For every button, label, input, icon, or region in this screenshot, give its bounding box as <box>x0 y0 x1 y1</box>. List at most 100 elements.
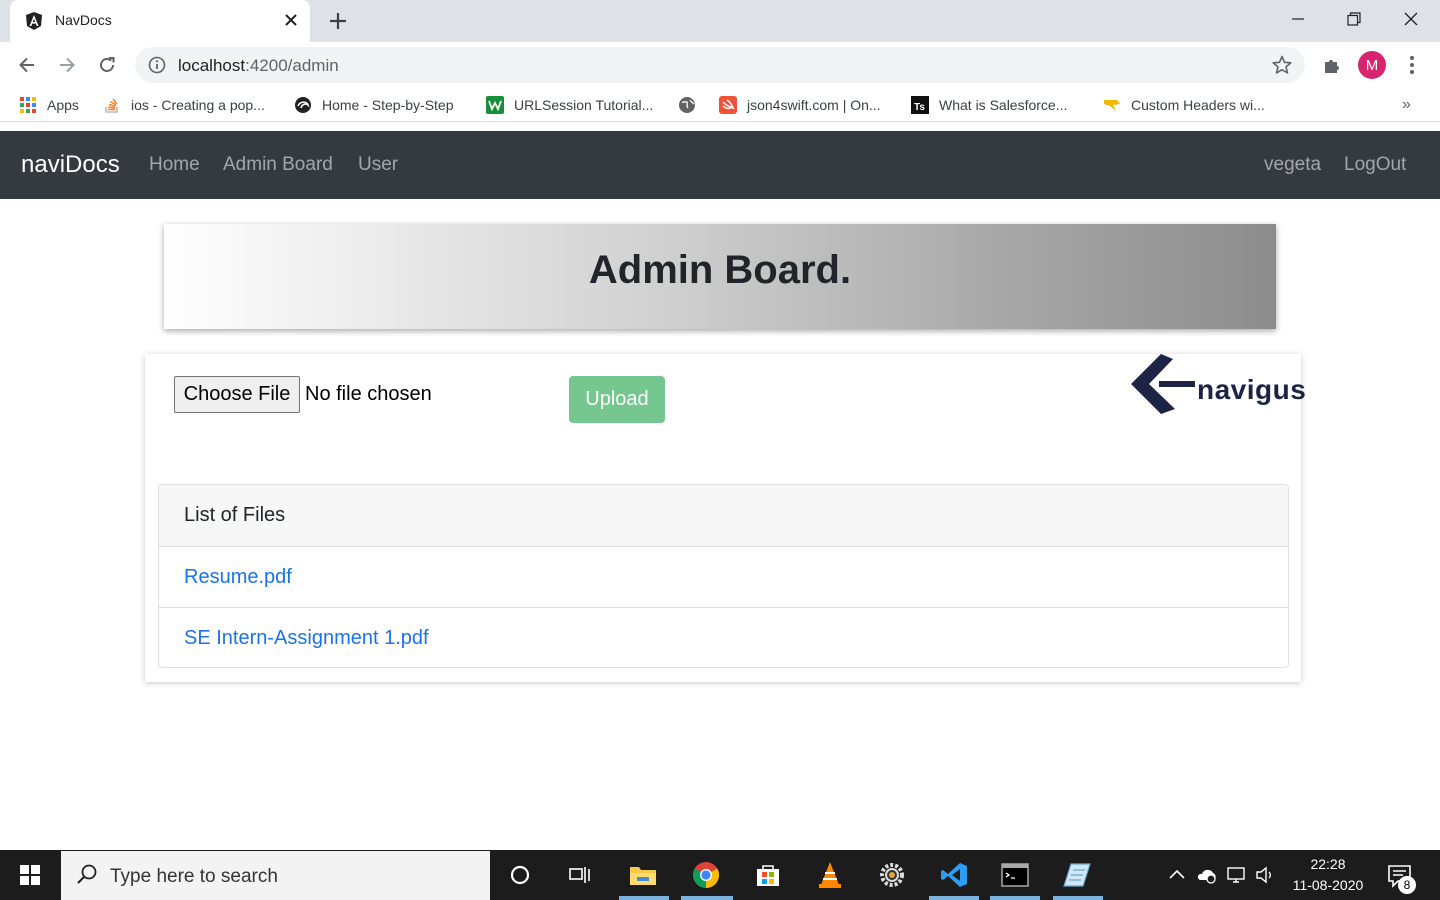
vscode-icon <box>941 863 967 887</box>
bookmark-urlsession[interactable]: URLSession Tutorial... <box>486 94 653 116</box>
bookmark-json4swift[interactable]: json4swift.com | On... <box>719 94 881 116</box>
file-status-text: No file chosen <box>305 383 432 405</box>
reload-icon <box>100 57 115 72</box>
task-view-button[interactable] <box>564 859 596 891</box>
forward-button[interactable] <box>54 52 80 78</box>
nav-logout[interactable]: LogOut <box>1344 154 1406 176</box>
taskbar-store[interactable] <box>752 859 784 891</box>
close-window-button[interactable] <box>1383 0 1439 38</box>
rw-icon <box>486 96 504 114</box>
profile-avatar[interactable]: M <box>1358 51 1386 79</box>
forward-arrow-icon <box>60 57 75 73</box>
upload-card: Choose File No file chosen Upload navigu… <box>145 354 1306 682</box>
bookmark-globe[interactable] <box>678 94 706 116</box>
back-button[interactable] <box>14 52 40 78</box>
restore-window-button[interactable] <box>1326 0 1382 38</box>
extensions-button[interactable] <box>1319 52 1345 78</box>
bookmark-custom-headers[interactable]: Custom Headers wi... <box>1103 94 1265 116</box>
swift-icon <box>719 96 737 114</box>
address-bar[interactable]: localhost:4200/admin <box>135 47 1305 83</box>
back-arrow-icon <box>19 57 34 73</box>
puzzle-icon <box>1325 60 1339 73</box>
clock-date: 11-08-2020 <box>1292 877 1364 893</box>
notepad-icon <box>1063 863 1091 887</box>
restore-icon <box>1347 12 1361 26</box>
taskbar-notepad[interactable] <box>1061 859 1093 891</box>
folder-icon <box>630 867 656 885</box>
close-icon <box>1404 12 1418 26</box>
file-explorer-active-indicator <box>619 896 669 900</box>
angular-icon <box>26 12 42 30</box>
bookmark-label: json4swift.com | On... <box>747 97 881 113</box>
ts-icon: Ts <box>911 96 929 114</box>
onedrive-cloud-icon[interactable] <box>1196 865 1218 885</box>
minimize-window-button[interactable] <box>1270 0 1326 38</box>
cortana-button[interactable] <box>504 859 536 891</box>
system-clock[interactable]: 22:28 11-08-2020 <box>1283 854 1373 896</box>
navigus-chevron-icon <box>1131 354 1195 414</box>
bookmark-label: Custom Headers wi... <box>1131 97 1265 113</box>
tab-title: NavDocs <box>55 12 112 28</box>
chrome-active-indicator <box>681 896 733 900</box>
taskbar-settings-app[interactable] <box>876 859 908 891</box>
terminal-active-indicator <box>990 896 1040 900</box>
browser-tab-bar: NavDocs <box>0 0 1440 42</box>
bookmark-star-icon[interactable] <box>1271 54 1293 76</box>
bookmark-label: Apps <box>47 97 79 113</box>
navigus-logo: navigus <box>1131 354 1306 416</box>
page-title: Admin Board. <box>588 248 852 292</box>
taskbar-vscode[interactable] <box>938 859 970 891</box>
cortana-circle-icon <box>510 865 530 885</box>
vscode-active-indicator <box>929 896 979 900</box>
start-button[interactable] <box>0 850 60 900</box>
taskbar-search-box[interactable]: Type here to search <box>61 851 490 900</box>
more-bookmarks-button[interactable]: » <box>1402 96 1411 114</box>
site-info-icon[interactable] <box>147 55 167 75</box>
kebab-menu-icon <box>1410 56 1414 74</box>
search-placeholder: Type here to search <box>110 866 278 887</box>
taskbar-vlc[interactable] <box>814 859 846 891</box>
volume-icon[interactable] <box>1254 865 1276 885</box>
logo-text: navigus <box>1197 374 1307 405</box>
show-hidden-icons-chevron-icon[interactable] <box>1166 865 1188 885</box>
upload-button[interactable]: Upload <box>569 376 665 423</box>
notification-count-badge: 8 <box>1398 876 1416 894</box>
browser-menu-button[interactable] <box>1399 52 1425 78</box>
stackoverflow-icon <box>105 98 118 113</box>
network-icon[interactable] <box>1226 865 1248 885</box>
gear-icon <box>880 863 904 887</box>
url-text[interactable]: localhost:4200/admin <box>178 56 339 76</box>
task-view-icon <box>569 867 590 883</box>
admin-board-banner: Admin Board. <box>164 224 1276 329</box>
choose-file-button[interactable]: Choose File <box>174 376 300 413</box>
close-tab-icon[interactable] <box>280 9 302 31</box>
bookmark-ios-creating[interactable]: ios - Creating a pop... <box>103 94 265 116</box>
nav-link-home[interactable]: Home <box>149 154 200 176</box>
taskbar-file-explorer[interactable] <box>627 859 659 891</box>
windows-logo-icon <box>20 865 40 885</box>
taskbar-terminal[interactable] <box>999 859 1031 891</box>
bookmark-salesforce[interactable]: Ts What is Salesforce... <box>911 94 1067 116</box>
bookmark-label: Home - Step-by-Step <box>322 97 454 113</box>
bookmarks-bar: Apps ios - Creating a pop... Home - Step… <box>0 88 1440 122</box>
apps-grid-icon <box>20 97 36 113</box>
file-link-resume[interactable]: Resume.pdf <box>159 547 1288 608</box>
bookmark-label: ios - Creating a pop... <box>131 97 265 113</box>
file-list: List of Files Resume.pdf SE Intern-Assig… <box>158 484 1289 668</box>
swirl-icon <box>295 97 311 113</box>
brand-logo[interactable]: naviDocs <box>21 151 120 179</box>
bookmark-home-step[interactable]: Home - Step-by-Step <box>294 94 454 116</box>
vlc-cone-icon <box>819 862 841 888</box>
nav-link-admin-board[interactable]: Admin Board <box>223 154 333 176</box>
new-tab-icon[interactable] <box>326 9 350 33</box>
nav-link-user[interactable]: User <box>358 154 398 176</box>
taskbar-chrome[interactable] <box>690 859 722 891</box>
minimize-icon <box>1292 18 1304 20</box>
browser-toolbar: localhost:4200/admin M <box>0 42 1440 88</box>
file-link-se-intern-assignment[interactable]: SE Intern-Assignment 1.pdf <box>159 608 1288 667</box>
bookmark-apps[interactable]: Apps <box>19 94 79 116</box>
nav-username[interactable]: vegeta <box>1264 154 1321 176</box>
reload-button[interactable] <box>94 52 120 78</box>
browser-tab[interactable]: NavDocs <box>10 0 310 42</box>
app-navbar: naviDocs Home Admin Board User vegeta Lo… <box>0 131 1440 199</box>
